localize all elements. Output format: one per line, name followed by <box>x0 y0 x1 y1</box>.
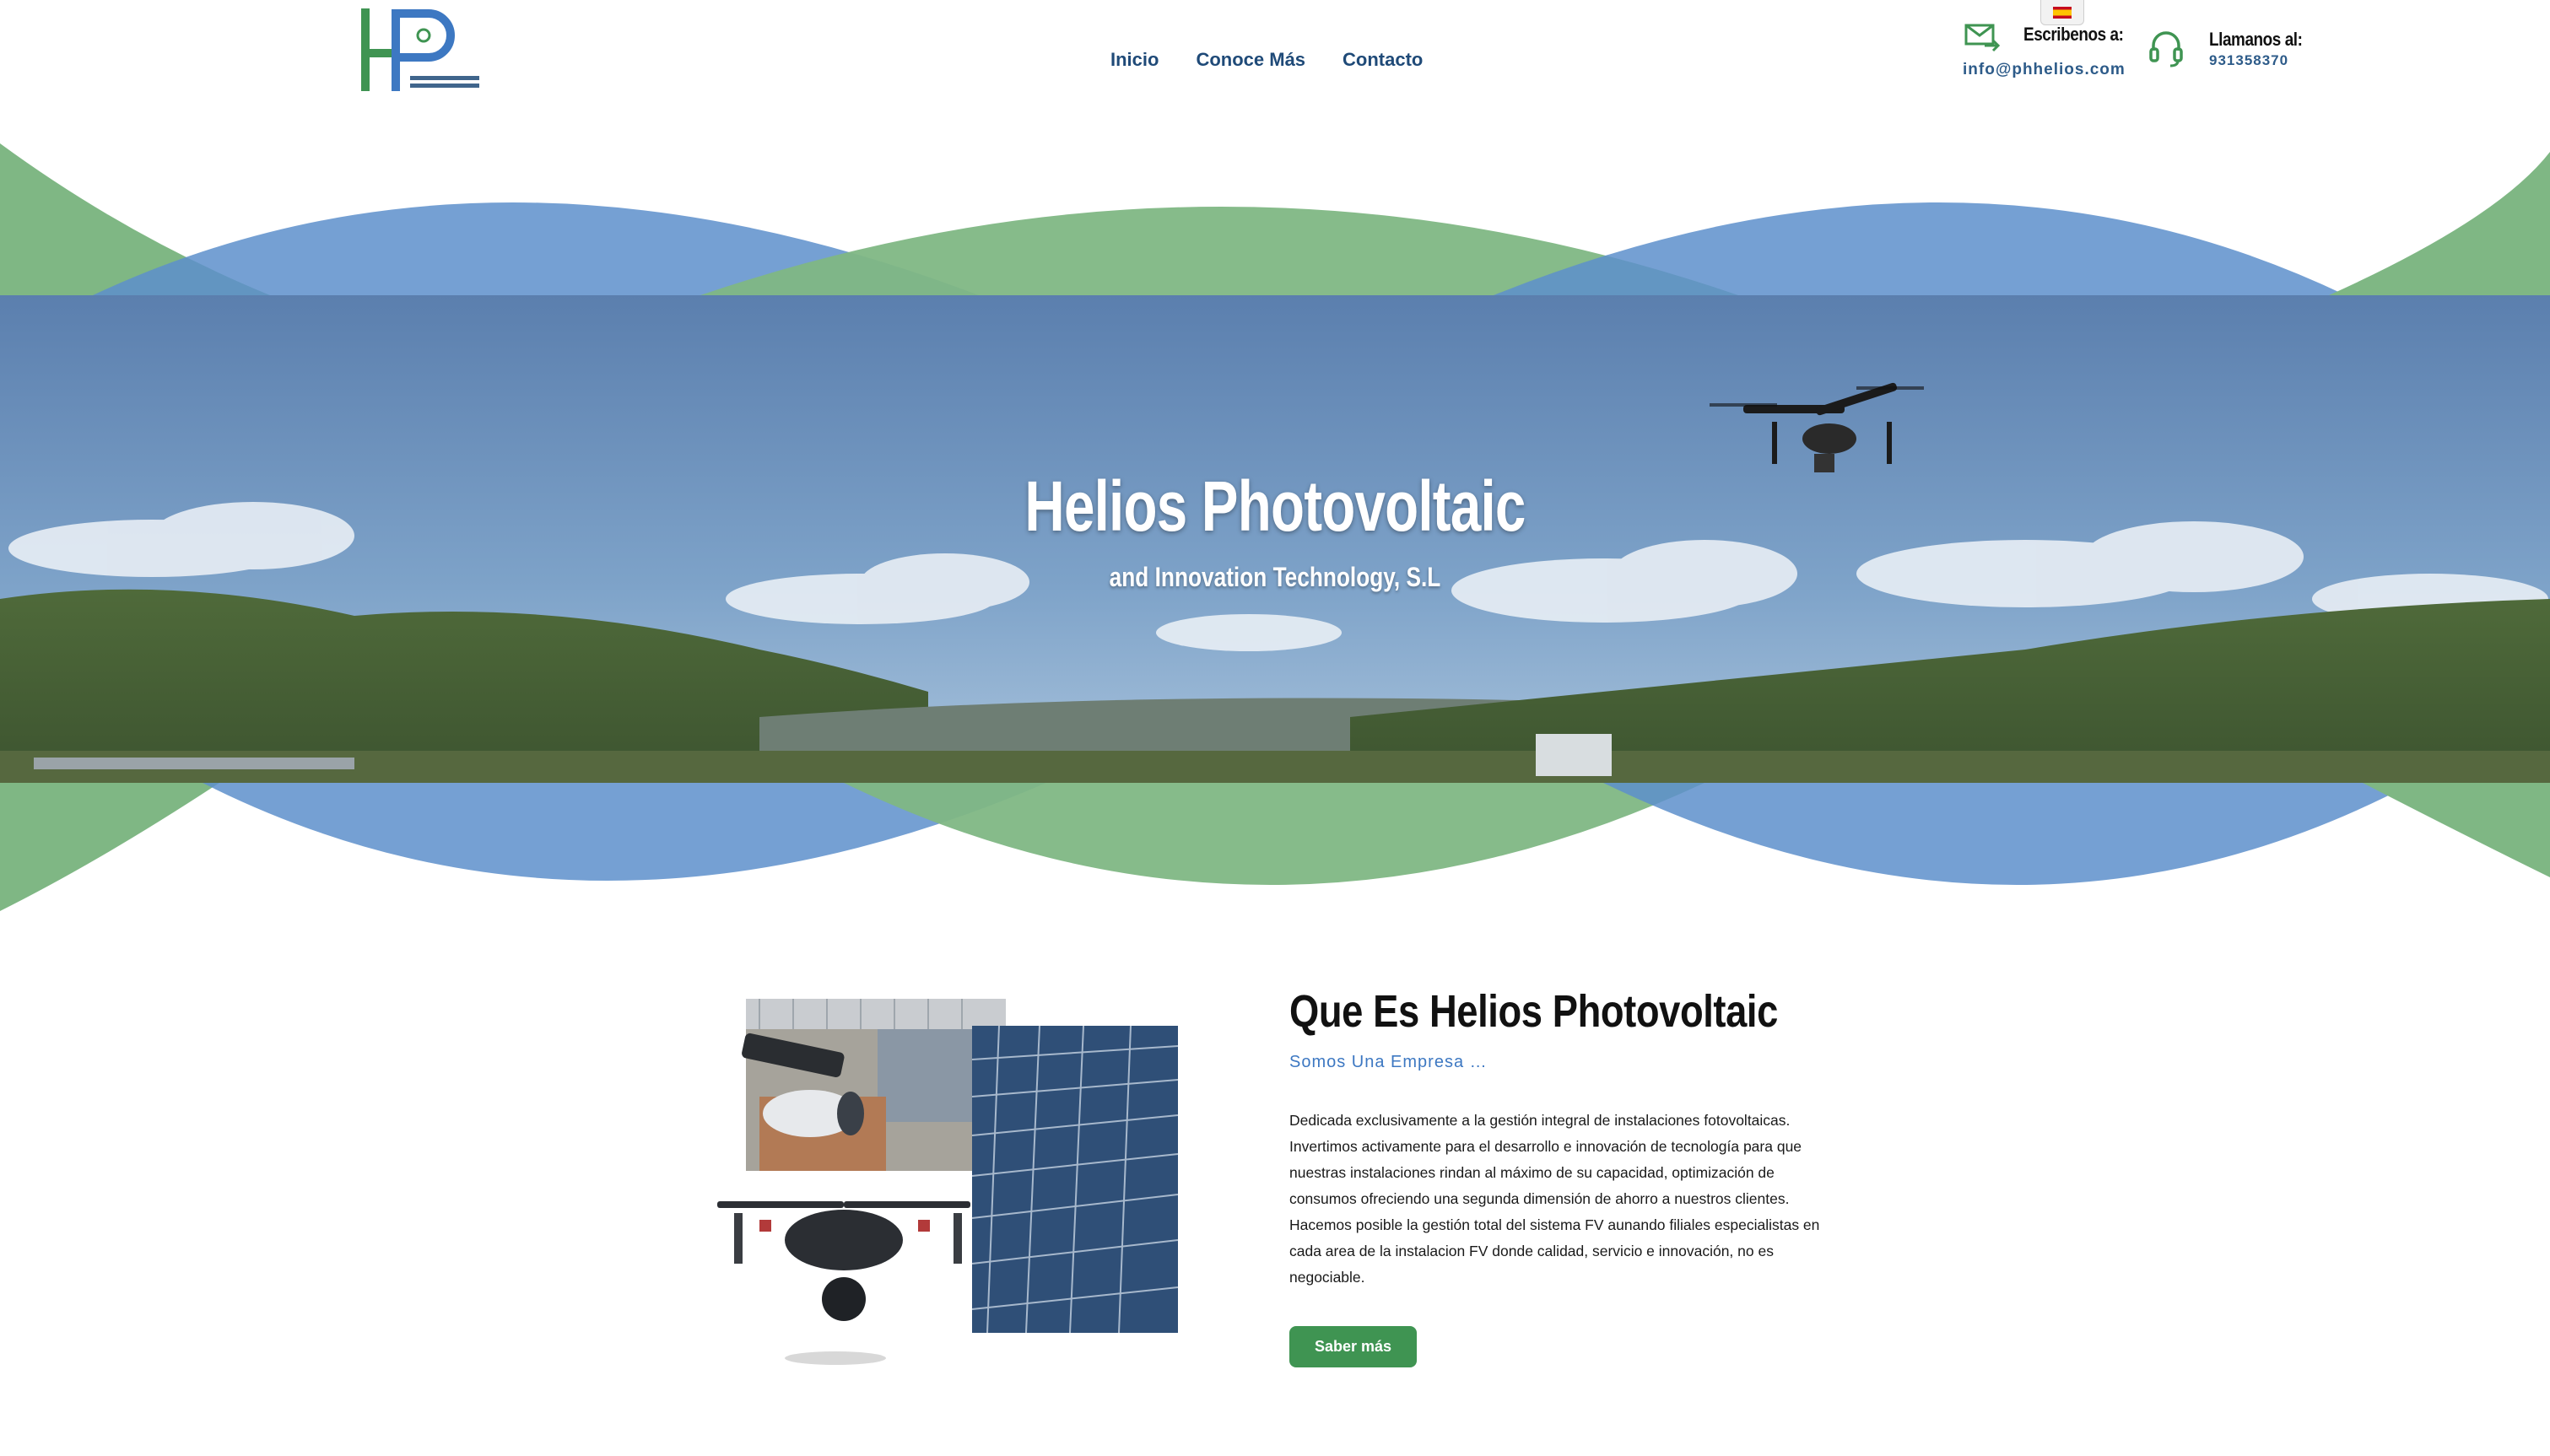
mail-icon <box>1964 24 2000 52</box>
hero-banner: Helios Photovoltaic and Innovation Techn… <box>0 295 2550 783</box>
email-link[interactable]: info@phhelios.com <box>1963 61 2126 79</box>
nav-conoce-mas[interactable]: Conoce Más <box>1196 49 1305 71</box>
drone-photo <box>717 1201 970 1365</box>
about-subheading: Somos Una Empresa … <box>1289 1053 1488 1071</box>
about-body: Dedicada exclusivamente a la gestión int… <box>1289 1112 1820 1286</box>
phone-label: Llamanos al: <box>2209 29 2303 50</box>
hero-title: Helios Photovoltaic <box>1024 466 1526 546</box>
nav-contacto[interactable]: Contacto <box>1343 49 1423 71</box>
email-contact: Escribenos a: info@phhelios.com <box>1963 17 2131 84</box>
hero-subtitle: and Innovation Technology, S.L <box>1109 562 1441 592</box>
about-section: Que Es Helios Photovoltaic Somos Una Emp… <box>1289 985 1846 1367</box>
headset-icon <box>2149 31 2183 67</box>
main-nav: Inicio Conoce Más Contacto <box>1110 49 1423 71</box>
email-label: Escribenos a: <box>2023 24 2124 45</box>
camera-photo <box>742 999 1006 1171</box>
logo[interactable] <box>358 7 484 94</box>
solar-panel-photo <box>971 1025 1179 1334</box>
nav-inicio[interactable]: Inicio <box>1110 49 1159 71</box>
logo-mark-icon <box>361 8 479 91</box>
site-header: Inicio Conoce Más Contacto Escribenos a:… <box>0 0 2550 142</box>
phone-contact: Llamanos al: 931358370 <box>2148 24 2317 91</box>
about-collage-image <box>709 995 1181 1367</box>
phone-link[interactable]: 931358370 <box>2209 52 2288 69</box>
about-heading: Que Es Helios Photovoltaic <box>1289 986 1778 1037</box>
saber-mas-button[interactable]: Saber más <box>1289 1326 1418 1367</box>
